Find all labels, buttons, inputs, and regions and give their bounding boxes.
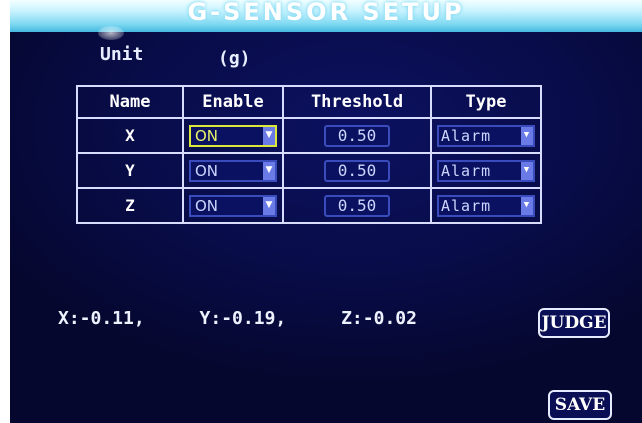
type-cell: Alarm ▼ <box>430 187 542 224</box>
enable-select-z[interactable]: ON ▼ <box>189 194 277 217</box>
lcd-screen: G-SENSOR SETUP Unit (g) Name Enable Thre… <box>10 0 642 423</box>
type-value: Alarm <box>441 161 492 180</box>
header-enable: Enable <box>182 85 284 119</box>
page-title: G-SENSOR SETUP <box>187 0 465 26</box>
dropdown-arrow-icon[interactable]: ▼ <box>521 126 533 145</box>
type-value: Alarm <box>441 126 492 145</box>
threshold-input-z[interactable]: 0.50 <box>324 194 390 217</box>
save-button[interactable]: SAVE <box>548 390 612 420</box>
type-cell: Alarm ▼ <box>430 117 542 154</box>
enable-cell: ON ▼ <box>182 187 284 224</box>
dropdown-arrow-icon[interactable]: ▼ <box>263 161 275 180</box>
unit-label: Unit <box>100 44 144 65</box>
dropdown-arrow-icon[interactable]: ▼ <box>263 196 275 215</box>
header-name: Name <box>76 85 184 119</box>
readout-x: X:-0.11, <box>58 308 145 329</box>
enable-cell: ON ▼ <box>182 117 284 154</box>
table-row: Z ON ▼ 0.50 Alarm ▼ <box>76 187 542 224</box>
enable-value: ON <box>195 126 219 145</box>
enable-value: ON <box>195 161 219 180</box>
dropdown-arrow-icon[interactable]: ▼ <box>521 161 533 180</box>
type-select-y[interactable]: Alarm ▼ <box>437 159 535 182</box>
readout-y: Y:-0.19, <box>199 308 287 329</box>
table-row: X ON ▼ 0.50 Alarm ▼ <box>76 117 542 154</box>
type-select-z[interactable]: Alarm ▼ <box>437 194 535 217</box>
threshold-input-x[interactable]: 0.50 <box>324 124 390 147</box>
screen-glare <box>98 26 124 40</box>
enable-select-x[interactable]: ON ▼ <box>189 124 277 147</box>
type-cell: Alarm ▼ <box>430 152 542 189</box>
header-type: Type <box>430 85 542 119</box>
row-name: Z <box>76 187 184 224</box>
judge-button[interactable]: JUDGE <box>538 308 610 338</box>
unit-value: (g) <box>218 48 251 69</box>
sensor-table: Name Enable Threshold Type X ON ▼ 0.50 A… <box>76 85 542 224</box>
type-select-x[interactable]: Alarm ▼ <box>437 124 535 147</box>
threshold-input-y[interactable]: 0.50 <box>324 159 390 182</box>
threshold-cell: 0.50 <box>282 152 432 189</box>
readout-z: Z:-0.02 <box>341 308 417 329</box>
type-value: Alarm <box>441 196 492 215</box>
row-name: X <box>76 117 184 154</box>
enable-value: ON <box>195 196 219 215</box>
sensor-readout: X:-0.11, Y:-0.19, Z:-0.02 <box>58 308 461 329</box>
row-name: Y <box>76 152 184 189</box>
dropdown-arrow-icon[interactable]: ▼ <box>263 126 275 145</box>
dropdown-arrow-icon[interactable]: ▼ <box>521 196 533 215</box>
header-threshold: Threshold <box>282 85 432 119</box>
threshold-cell: 0.50 <box>282 187 432 224</box>
table-header-row: Name Enable Threshold Type <box>76 85 542 119</box>
enable-select-y[interactable]: ON ▼ <box>189 159 277 182</box>
table-row: Y ON ▼ 0.50 Alarm ▼ <box>76 152 542 189</box>
enable-cell: ON ▼ <box>182 152 284 189</box>
threshold-cell: 0.50 <box>282 117 432 154</box>
